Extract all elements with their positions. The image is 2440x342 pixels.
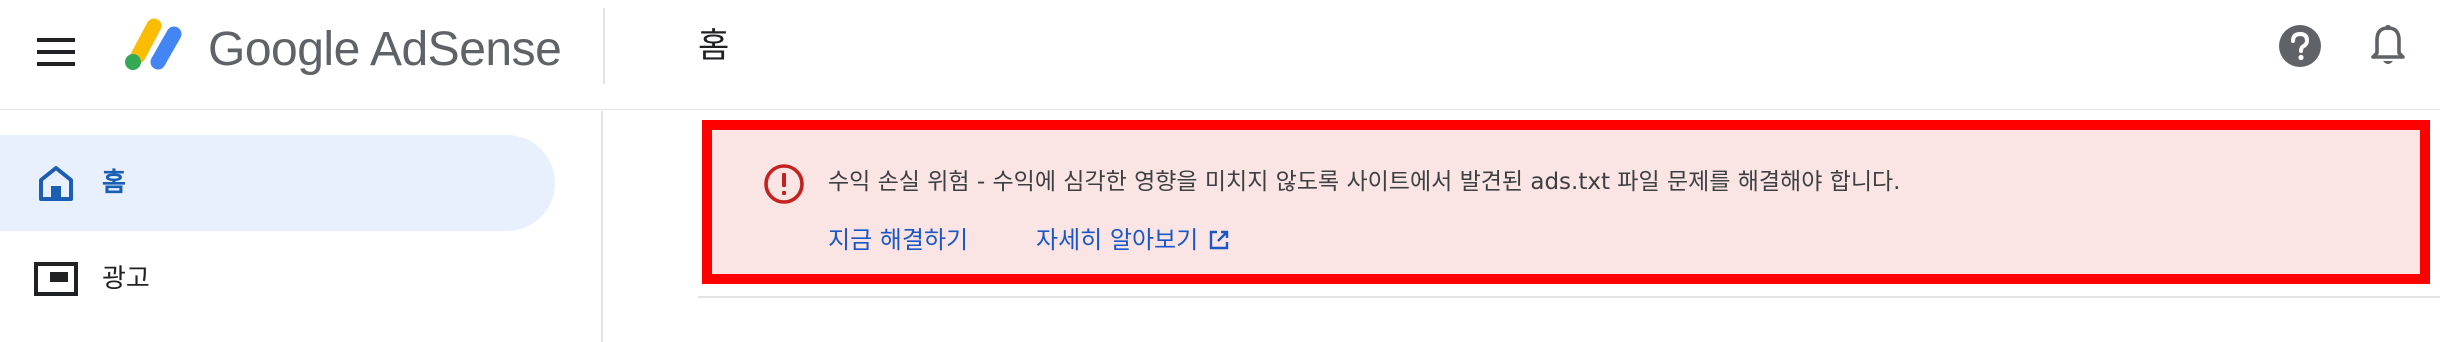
main-menu-button[interactable] (28, 24, 84, 80)
sidebar-item-label: 홈 (102, 168, 126, 198)
home-icon (34, 161, 78, 205)
sidebar: 홈 광고 (0, 111, 603, 342)
learn-more-label: 자세히 알아보기 (1036, 226, 1199, 254)
fix-now-link[interactable]: 지금 해결하기 (828, 224, 968, 256)
sidebar-item-label: 광고 (102, 264, 150, 294)
sidebar-item-home[interactable]: 홈 (0, 135, 555, 231)
help-button[interactable] (2272, 18, 2328, 74)
header-divider (603, 8, 605, 84)
bell-icon (2371, 25, 2405, 64)
hamburger-menu-icon (37, 38, 75, 66)
help-icon (2279, 25, 2321, 67)
adsense-logo-icon (125, 18, 182, 70)
top-app-bar: Google AdSense 홈 (0, 0, 2440, 110)
learn-more-link[interactable]: 자세히 알아보기 (1036, 224, 1230, 256)
notifications-button[interactable] (2360, 18, 2416, 74)
page-title: 홈 (698, 26, 730, 66)
ads-txt-warning-banner: 수익 손실 위험 - 수익에 심각한 영향을 미치지 않도록 사이트에서 발견된… (702, 120, 2430, 284)
open-in-new-icon (1210, 230, 1229, 250)
sidebar-item-ads[interactable]: 광고 (0, 231, 555, 327)
content-divider (698, 296, 2440, 298)
error-icon (764, 164, 804, 204)
product-name: Google AdSense (208, 23, 562, 76)
warning-message: 수익 손실 위험 - 수익에 심각한 영향을 미치지 않도록 사이트에서 발견된… (828, 169, 1901, 195)
ad-unit-icon (34, 257, 78, 301)
